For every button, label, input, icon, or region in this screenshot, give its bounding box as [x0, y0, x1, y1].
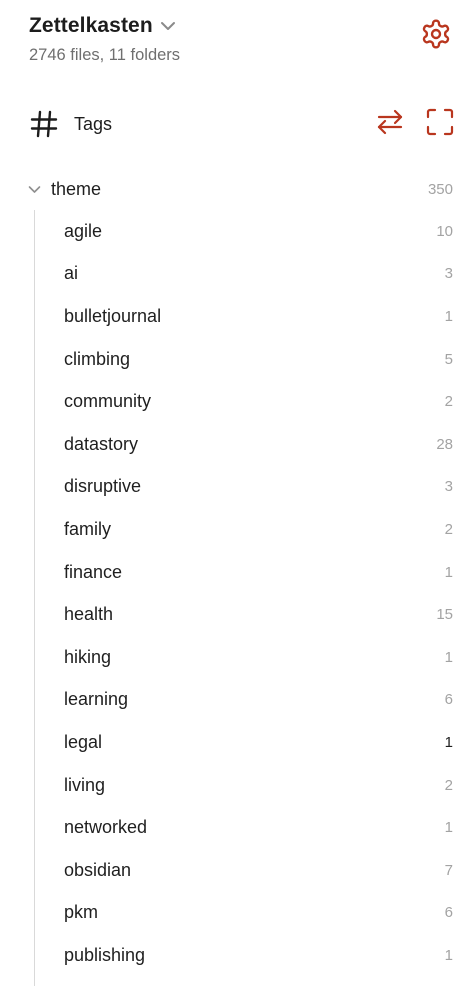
- tag-item[interactable]: networked 1: [0, 806, 474, 849]
- tag-count: 3: [444, 478, 453, 496]
- expand-button[interactable]: [422, 106, 458, 142]
- tag-item[interactable]: hiking 1: [0, 636, 474, 679]
- tag-item[interactable]: family 2: [0, 508, 474, 551]
- tag-count: 2: [444, 776, 453, 794]
- tag-tree: theme 350 agile 10 ai 3 bulletjournal 1 …: [0, 168, 474, 986]
- tag-count: 1: [444, 946, 453, 964]
- tag-label: pkm: [64, 902, 99, 923]
- tag-count: 1: [444, 563, 453, 581]
- tag-count: 1: [444, 733, 453, 751]
- tag-count: 1: [444, 819, 453, 837]
- tag-item[interactable]: health 15: [0, 593, 474, 636]
- tag-label: obsidian: [64, 859, 132, 880]
- tag-label: disruptive: [64, 476, 142, 497]
- tag-label: ai: [64, 263, 79, 284]
- panel-title: Tags: [74, 113, 113, 134]
- tags-actions: [372, 104, 458, 144]
- tag-label: agile: [64, 220, 103, 241]
- tag-item[interactable]: learning 6: [0, 679, 474, 722]
- fullscreen-icon: [424, 106, 456, 143]
- tag-count: 2: [444, 520, 453, 538]
- chevron-down-icon[interactable]: [27, 182, 42, 197]
- tag-count: 5: [444, 350, 453, 368]
- swap-button[interactable]: [372, 106, 408, 142]
- tag-item[interactable]: community 2: [0, 380, 474, 423]
- tree-children: agile 10 ai 3 bulletjournal 1 climbing 5…: [0, 210, 474, 986]
- tag-label: learning: [64, 689, 129, 710]
- tag-label: finance: [64, 561, 123, 582]
- hash-icon: [29, 109, 59, 139]
- tag-label: living: [64, 774, 106, 795]
- tag-item[interactable]: datastory 28: [0, 423, 474, 466]
- tags-panel-header: Tags: [29, 104, 458, 144]
- tag-item[interactable]: disruptive 3: [0, 466, 474, 509]
- tag-count: 15: [436, 606, 453, 624]
- settings-button[interactable]: [418, 18, 454, 54]
- tag-item[interactable]: finance 1: [0, 551, 474, 594]
- tag-item[interactable]: publishing 1: [0, 934, 474, 977]
- tag-count: 2: [444, 393, 453, 411]
- tag-label: hiking: [64, 646, 112, 667]
- tag-label: datastory: [64, 433, 139, 454]
- tag-label: legal: [64, 731, 103, 752]
- chevron-down-icon: [159, 17, 177, 35]
- tag-count: 28: [436, 435, 453, 453]
- tag-label: community: [64, 391, 152, 412]
- tree-item-label: theme: [51, 178, 102, 199]
- tag-count: 6: [444, 691, 453, 709]
- tag-count: 3: [444, 265, 453, 283]
- tag-label: publishing: [64, 944, 146, 965]
- swap-arrows-icon: [374, 106, 406, 143]
- gear-icon: [420, 18, 452, 55]
- tag-label: climbing: [64, 348, 131, 369]
- tag-count: 1: [444, 307, 453, 325]
- tag-item[interactable]: agile 10: [0, 210, 474, 253]
- vault-name: Zettelkasten: [29, 14, 153, 37]
- tag-label: health: [64, 604, 114, 625]
- tag-item[interactable]: pkm 6: [0, 892, 474, 935]
- vault-meta: 2746 files, 11 folders: [29, 46, 181, 64]
- tree-item-theme[interactable]: theme 350: [0, 168, 474, 210]
- tag-count: 7: [444, 861, 453, 879]
- tag-item[interactable]: living 2: [0, 764, 474, 807]
- tag-label: bulletjournal: [64, 305, 162, 326]
- tag-count: 10: [436, 222, 453, 240]
- tag-item[interactable]: ai 3: [0, 253, 474, 296]
- tag-item[interactable]: obsidian 7: [0, 849, 474, 892]
- tag-item[interactable]: legal 1: [0, 721, 474, 764]
- tag-count: 6: [444, 904, 453, 922]
- tag-item[interactable]: climbing 5: [0, 338, 474, 381]
- tag-count: 1: [444, 648, 453, 666]
- tag-label: family: [64, 518, 112, 539]
- tag-count: 350: [427, 180, 453, 198]
- tag-label: networked: [64, 817, 148, 838]
- vault-switcher[interactable]: Zettelkasten: [29, 12, 458, 40]
- vault-header: Zettelkasten 2746 files, 11 folders: [29, 12, 458, 76]
- tag-item[interactable]: bulletjournal 1: [0, 295, 474, 338]
